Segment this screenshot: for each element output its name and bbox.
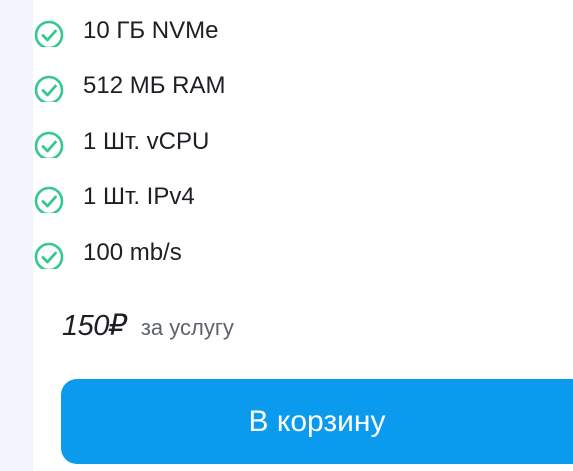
price-value: 150₽	[62, 310, 127, 342]
check-circle-icon	[34, 242, 64, 269]
add-to-cart-label: В корзину	[248, 405, 386, 438]
check-circle-icon	[34, 20, 64, 47]
check-circle-icon	[34, 131, 64, 158]
check-circle-icon	[34, 75, 64, 102]
feature-label: 512 МБ RAM	[83, 72, 226, 99]
price-note: за услугу	[140, 315, 234, 340]
price-row: 150₽ за услугу	[62, 308, 234, 352]
feature-label: 10 ГБ NVMe	[83, 17, 219, 44]
feature-label: 1 Шт. IPv4	[83, 183, 195, 210]
add-to-cart-button[interactable]: В корзину	[61, 379, 573, 464]
check-circle-icon	[34, 186, 64, 213]
feature-label: 100 mb/s	[83, 239, 182, 266]
feature-label: 1 Шт. vCPU	[83, 128, 210, 155]
